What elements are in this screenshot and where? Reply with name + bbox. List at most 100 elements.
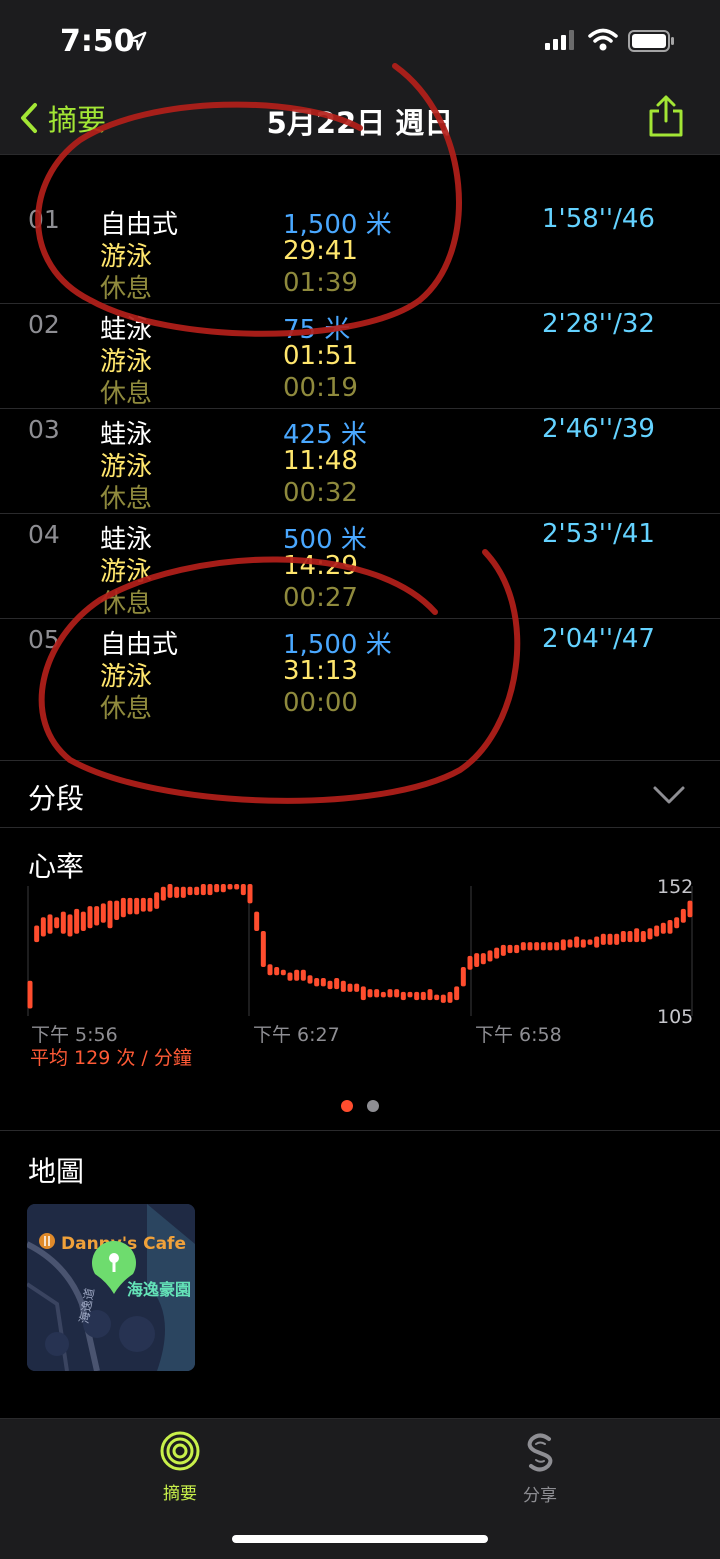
heart-rate-bar [414, 991, 420, 1001]
heart-rate-bar [207, 884, 213, 896]
heart-rate-bar [647, 928, 653, 940]
page-dot[interactable] [367, 1100, 379, 1112]
lap-row: 03 蛙泳 游泳 休息 425 米 11:48 00:32 2'46''/39 [0, 409, 720, 514]
heart-rate-bar [94, 906, 100, 926]
activity-rings-icon [160, 1431, 200, 1471]
heart-rate-bar [407, 991, 413, 998]
lap-rest-time: 00:00 [283, 688, 358, 718]
segments-section[interactable]: 分段 [0, 760, 720, 828]
tab-sharing[interactable]: 分享 [480, 1431, 600, 1506]
map-thumbnail[interactable]: Danny's Cafe 海逸豪園 海逸道 [27, 1204, 195, 1371]
heart-rate-bar [240, 884, 246, 896]
heart-rate-bar [427, 989, 433, 1001]
heart-rate-bar [640, 931, 646, 943]
heart-rate-bar [187, 886, 193, 896]
heart-rate-bar [354, 983, 360, 992]
lap-number: 03 [28, 415, 60, 444]
heart-rate-bar [320, 978, 326, 987]
heart-rate-bar [460, 966, 466, 987]
x-tick-label: 下午 6:58 [475, 1024, 562, 1046]
heart-rate-bar [340, 980, 346, 992]
heart-rate-bar [234, 884, 240, 890]
battery-icon [628, 30, 674, 52]
heart-rate-bar [580, 939, 586, 948]
heart-rate-chart[interactable] [0, 870, 720, 1030]
lap-rest-label: 休息 [100, 694, 153, 724]
heart-rate-bar [140, 897, 146, 912]
heart-rate-bar [634, 928, 640, 943]
lap-rest-label: 休息 [100, 274, 153, 304]
heart-rate-bar [660, 922, 666, 934]
lap-row: 02 蛙泳 游泳 休息 75 米 01:51 00:19 2'28''/32 [0, 304, 720, 409]
heart-rate-bar [334, 978, 340, 990]
heart-rate-bar [34, 925, 40, 943]
heart-rate-bar [534, 942, 540, 951]
lap-swim-time: 14:29 [283, 551, 358, 581]
tab-summary[interactable]: 摘要 [120, 1431, 240, 1504]
heart-rate-bar [380, 991, 386, 998]
heart-rate-bar [314, 978, 320, 987]
divider [0, 1130, 720, 1131]
heart-rate-bar [107, 900, 113, 929]
status-bar: 7:50 [0, 0, 720, 80]
home-indicator[interactable] [232, 1535, 488, 1543]
lap-number: 04 [28, 520, 60, 549]
lap-swim-time: 11:48 [283, 446, 358, 476]
heart-rate-bar [527, 942, 533, 951]
lap-swim-time: 31:13 [283, 656, 358, 686]
heart-rate-bar [180, 886, 186, 898]
page-dot-active[interactable] [341, 1100, 353, 1112]
heart-rate-bar [614, 933, 620, 945]
heart-rate-bar [274, 966, 280, 976]
tab-sharing-label: 分享 [523, 1486, 557, 1506]
lap-number: 05 [28, 625, 60, 654]
heart-rate-bar [300, 969, 306, 981]
lap-pace: 2'04''/47 [542, 624, 655, 654]
heart-rate-bar [587, 939, 593, 945]
heart-rate-bar [480, 953, 486, 965]
heart-rate-bar [400, 991, 406, 1001]
lap-number: 02 [28, 310, 60, 339]
map-title: 地圖 [28, 1155, 85, 1188]
heart-rate-bar [120, 897, 126, 918]
lap-swim-time: 01:51 [283, 341, 358, 371]
heart-rate-max-label: 152 [657, 876, 694, 898]
heart-rate-bar [627, 931, 633, 943]
heart-rate-bar [160, 886, 166, 901]
lap-rest-time: 00:19 [283, 373, 358, 403]
heart-rate-bar [440, 994, 446, 1003]
heart-rate-bar [87, 906, 93, 929]
lap-list: 01 自由式 游泳 休息 1,500 米 29:41 01:39 1'58''/… [0, 154, 720, 761]
heart-rate-bar [100, 903, 106, 923]
lap-swim-time: 29:41 [283, 236, 358, 266]
heart-rate-bar [620, 931, 626, 943]
heart-rate-bar [487, 950, 493, 962]
share-icon[interactable] [646, 94, 686, 138]
heart-rate-bar [80, 911, 86, 932]
lap-pace: 2'46''/39 [542, 414, 655, 444]
page-indicator[interactable] [0, 1100, 720, 1112]
heart-rate-bar [500, 944, 506, 956]
heart-rate-bar [680, 908, 686, 923]
navigation-bar: 摘要 5月22日 週日 [0, 80, 720, 155]
lap-row: 01 自由式 游泳 休息 1,500 米 29:41 01:39 1'58''/… [0, 154, 720, 304]
heart-rate-bar [147, 897, 153, 912]
heart-rate-bar [507, 944, 513, 954]
heart-rate-bar [307, 975, 313, 984]
heart-rate-bar [167, 884, 173, 898]
heart-rate-bar [60, 911, 66, 934]
heart-rate-bar [560, 939, 566, 951]
heart-rate-bar [540, 942, 546, 951]
lap-rest-label: 休息 [100, 379, 153, 409]
lap-row: 05 自由式 游泳 休息 1,500 米 31:13 00:00 2'04''/… [0, 619, 720, 761]
lap-pace: 1'58''/46 [542, 204, 655, 234]
heart-rate-bar [374, 989, 380, 998]
heart-rate-bar [434, 994, 440, 1001]
heart-rate-bar [360, 986, 366, 1001]
heart-rate-bar [654, 925, 660, 937]
lap-pace: 2'28''/32 [542, 309, 655, 339]
chevron-down-icon[interactable] [652, 785, 686, 805]
heart-rate-bar [267, 964, 273, 976]
heart-rate-bar [514, 944, 520, 954]
restaurant-icon [39, 1233, 55, 1249]
